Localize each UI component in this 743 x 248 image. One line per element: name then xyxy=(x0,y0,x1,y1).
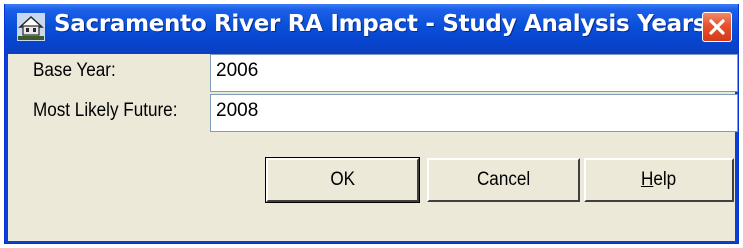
window-title: Sacramento River RA Impact - Study Analy… xyxy=(54,11,707,37)
ok-button-label: OK xyxy=(330,169,355,190)
most-likely-future-label: Most Likely Future: xyxy=(33,100,178,121)
close-icon xyxy=(709,19,725,35)
cancel-button-label: Cancel xyxy=(476,169,531,190)
ok-button[interactable]: OK xyxy=(265,157,420,203)
help-button-label: Help xyxy=(641,169,677,190)
base-year-label: Base Year: xyxy=(33,60,116,81)
cancel-button[interactable]: Cancel xyxy=(427,158,580,202)
base-year-field[interactable]: 2006 xyxy=(210,54,738,92)
help-button[interactable]: Help xyxy=(584,158,734,202)
title-bar[interactable]: Sacramento River RA Impact - Study Analy… xyxy=(5,4,738,54)
building-icon xyxy=(17,13,45,41)
dialog-body: Base Year: 2006 Most Likely Future: 2008… xyxy=(5,54,738,243)
dialog-window: Sacramento River RA Impact - Study Analy… xyxy=(4,4,739,244)
close-button[interactable] xyxy=(702,12,732,42)
most-likely-future-field[interactable]: 2008 xyxy=(210,94,738,132)
